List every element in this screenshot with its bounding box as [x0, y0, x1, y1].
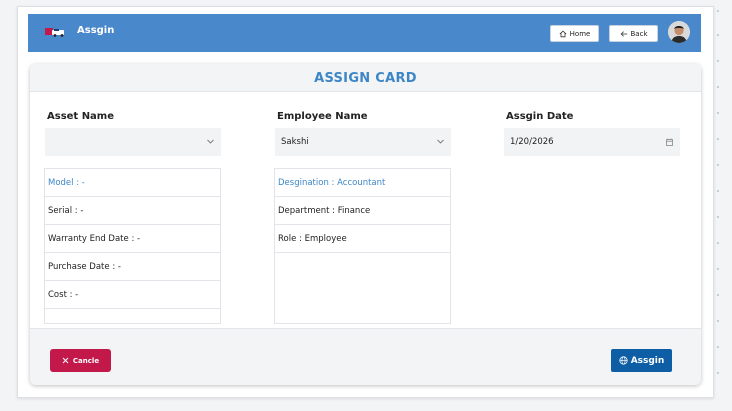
asset-detail-purchase-date: Purchase Date : - — [45, 253, 220, 281]
close-icon — [62, 357, 69, 364]
cancel-button[interactable]: Cancle — [50, 349, 111, 372]
scroll-rail[interactable] — [716, 8, 720, 394]
card-footer: Cancle Assgin — [30, 328, 701, 385]
avatar[interactable] — [668, 21, 690, 43]
asset-detail-model: Model : - — [45, 169, 220, 197]
employee-details-list: Desgination : Accountant Department : Fi… — [274, 168, 451, 324]
employee-detail-role: Role : Employee — [275, 225, 450, 253]
employee-name-select[interactable]: Sakshi — [275, 128, 451, 156]
back-label: Back — [630, 29, 648, 38]
asset-detail-serial: Serial : - — [45, 197, 220, 225]
employee-detail-designation: Desgination : Accountant — [275, 169, 450, 197]
assign-label: Assgin — [630, 355, 665, 366]
assign-date-value: 1/20/2026 — [510, 137, 554, 147]
cancel-label: Cancle — [72, 356, 100, 365]
chevron-down-icon — [207, 139, 214, 144]
assign-date-input[interactable]: 1/20/2026 — [504, 128, 680, 156]
top-bar: Assgin Home Back — [28, 14, 701, 52]
employee-detail-department: Department : Finance — [275, 197, 450, 225]
user-avatar-icon — [668, 21, 690, 43]
asset-name-select[interactable] — [45, 128, 221, 156]
globe-icon — [619, 356, 628, 365]
chevron-down-icon — [437, 139, 444, 144]
asset-details-list: Model : - Serial : - Warranty End Date :… — [44, 168, 221, 324]
calendar-icon[interactable] — [666, 138, 673, 146]
app-title: Assgin — [77, 25, 115, 36]
employee-name-value: Sakshi — [281, 137, 309, 147]
card-title: ASSIGN CARD — [314, 71, 417, 86]
assign-date-label: Assgin Date — [506, 111, 574, 122]
card-header: ASSIGN CARD — [30, 64, 701, 92]
assign-button[interactable]: Assgin — [611, 349, 672, 372]
logo-icon — [45, 28, 64, 37]
home-button[interactable]: Home — [550, 25, 599, 42]
home-label: Home — [569, 29, 591, 38]
home-icon — [559, 30, 567, 37]
asset-name-label: Asset Name — [47, 111, 115, 122]
assign-card: ASSIGN CARD Asset Name Employee Name Sak… — [30, 64, 701, 385]
asset-detail-cost: Cost : - — [45, 281, 220, 309]
asset-detail-warranty: Warranty End Date : - — [45, 225, 220, 253]
employee-name-label: Employee Name — [277, 111, 368, 122]
arrow-left-icon — [620, 30, 627, 37]
back-button[interactable]: Back — [609, 25, 658, 42]
